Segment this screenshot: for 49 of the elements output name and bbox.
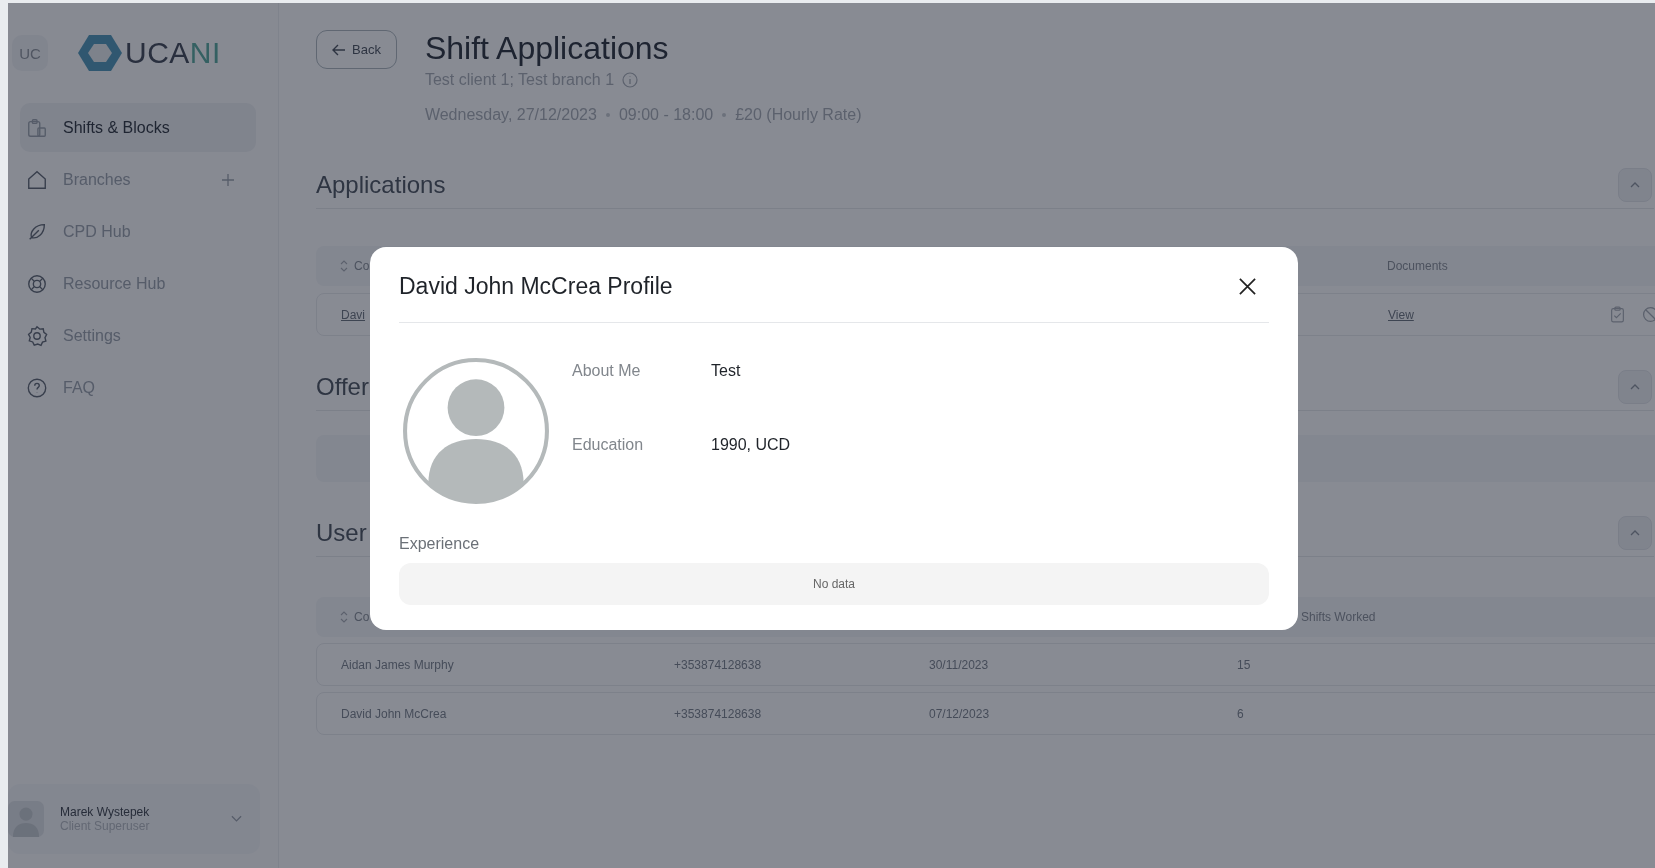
dialog-title: David John McCrea Profile — [399, 273, 673, 300]
sort-icon[interactable] — [340, 260, 348, 272]
plus-icon[interactable] — [222, 173, 234, 186]
lifebuoy-icon — [26, 272, 48, 295]
house-icon — [26, 168, 48, 191]
nav-item[interactable]: Shifts & Blocks — [20, 103, 256, 152]
section-title: Offer — [316, 373, 369, 401]
table-cell-text: Aidan James Murphy — [341, 657, 455, 672]
view-link[interactable]: View — [1388, 307, 1414, 322]
settings-icon — [26, 324, 48, 347]
chevron-up-icon — [1630, 384, 1640, 390]
table-cell-text: 07/12/2023 — [929, 706, 991, 721]
user-name: Marek Wystepek — [60, 805, 151, 819]
applicant-link[interactable]: Davi — [341, 307, 365, 322]
page-title: Shift Applications — [424, 29, 670, 68]
back-button[interactable]: Back — [316, 30, 397, 69]
avatar-silhouette-icon — [402, 357, 550, 505]
close-icon[interactable] — [1238, 277, 1257, 296]
field-label: Education — [572, 436, 645, 454]
experience-label: Experience — [399, 535, 481, 553]
help-icon — [26, 376, 48, 399]
table-cell-text: 15 — [1237, 657, 1252, 672]
logo-text: UCANI — [125, 36, 221, 70]
ban-icon[interactable] — [1642, 306, 1655, 323]
chevron-down-icon — [231, 815, 242, 823]
table-cell-text: 30/11/2023 — [929, 657, 990, 672]
info-icon[interactable] — [622, 72, 639, 88]
table-cell-text: +353874128638 — [674, 657, 763, 672]
sort-icon[interactable] — [340, 611, 348, 623]
arrow-left-icon — [332, 43, 346, 56]
table-cell-text: David John McCrea — [341, 706, 448, 721]
field-label: About Me — [572, 362, 642, 380]
table-cell-text: +353874128638 — [674, 706, 763, 721]
collapse-button[interactable] — [1618, 370, 1652, 404]
empty-state: No data — [399, 563, 1269, 605]
clipboard-icon — [26, 116, 48, 139]
section-title: User — [316, 519, 367, 547]
table-row[interactable]: David John McCrea +353874128638 07/12/2023 6 — [316, 692, 1655, 735]
collapse-button[interactable] — [1618, 168, 1652, 202]
field-value: 1990, UCD — [711, 436, 791, 454]
chevron-up-icon — [1630, 182, 1640, 188]
clipboard-check-icon[interactable] — [1609, 306, 1626, 323]
logo-icon — [78, 33, 122, 73]
table-row[interactable]: Aidan James Murphy +353874128638 30/11/2023 15 — [316, 643, 1655, 686]
table-cell-text: 6 — [1237, 706, 1245, 721]
collapse-button[interactable] — [1618, 516, 1652, 550]
section-title: Applications — [316, 171, 446, 199]
chevron-up-icon — [1630, 530, 1640, 536]
field-value: Test — [711, 362, 741, 380]
